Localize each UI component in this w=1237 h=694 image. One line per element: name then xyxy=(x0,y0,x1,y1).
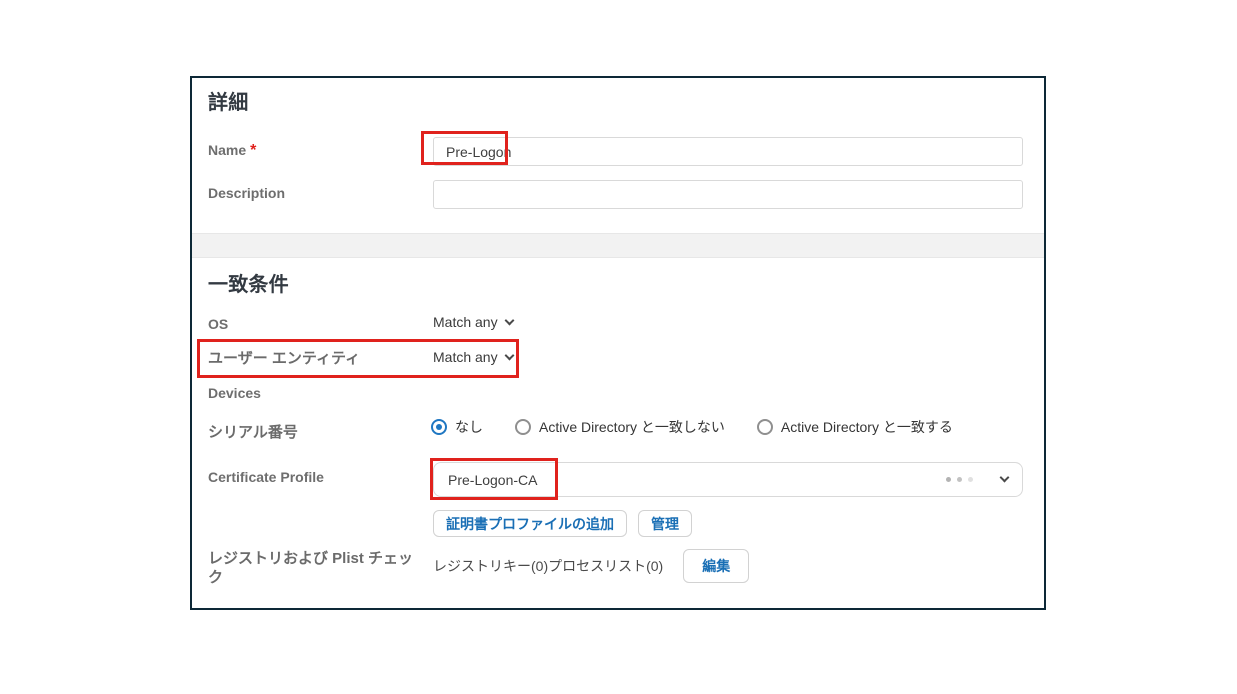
registry-plist-summary: レジストリキー(0)プロセスリスト(0) xyxy=(433,556,663,576)
os-dropdown-value: Match any xyxy=(433,314,498,330)
certificate-profile-label: Certificate Profile xyxy=(208,469,324,485)
serial-number-radio-group: なし Active Directory と一致しない Active Direct… xyxy=(431,417,953,437)
match-criteria-heading: 一致条件 xyxy=(208,268,289,297)
settings-panel: 詳細 Name* Description 一致条件 OS Match any ユ… xyxy=(190,76,1046,610)
edit-button[interactable]: 編集 xyxy=(683,549,749,583)
certificate-actions-row: 証明書プロファイルの追加 管理 xyxy=(433,510,692,537)
os-label: OS xyxy=(208,316,228,332)
os-dropdown[interactable]: Match any xyxy=(433,314,513,330)
details-heading: 詳細 xyxy=(208,86,248,115)
devices-label: Devices xyxy=(208,385,261,401)
description-input[interactable] xyxy=(433,180,1023,209)
radio-option-ad-match[interactable]: Active Directory と一致する xyxy=(757,417,953,437)
radio-option-label: Active Directory と一致する xyxy=(781,417,953,437)
user-entity-dropdown-value: Match any xyxy=(433,349,498,365)
manage-button[interactable]: 管理 xyxy=(638,510,692,537)
radio-option-ad-no-match[interactable]: Active Directory と一致しない xyxy=(515,417,725,437)
chevron-down-icon xyxy=(504,350,514,360)
add-certificate-profile-button[interactable]: 証明書プロファイルの追加 xyxy=(433,510,627,537)
user-entity-dropdown[interactable]: Match any xyxy=(433,349,513,365)
name-input[interactable] xyxy=(433,137,1023,166)
registry-plist-row: レジストリキー(0)プロセスリスト(0) 編集 xyxy=(433,549,749,583)
serial-number-label: シリアル番号 xyxy=(208,421,298,442)
required-asterisk: * xyxy=(250,142,256,159)
chevron-down-icon xyxy=(1000,473,1010,483)
radio-unselected-icon xyxy=(757,419,773,435)
registry-plist-label: レジストリおよび Plist チェック xyxy=(208,549,422,587)
certificate-profile-dropdown[interactable]: Pre-Logon-CA xyxy=(433,462,1023,497)
radio-option-none[interactable]: なし xyxy=(431,417,483,437)
section-divider xyxy=(192,233,1044,258)
ellipsis-icon xyxy=(946,477,973,482)
name-label-row: Name* xyxy=(208,142,256,160)
chevron-down-icon xyxy=(504,315,514,325)
description-label-row: Description xyxy=(208,185,285,203)
radio-option-label: Active Directory と一致しない xyxy=(539,417,725,437)
user-entity-label: ユーザー エンティティ xyxy=(208,347,360,368)
description-label: Description xyxy=(208,185,285,201)
radio-unselected-icon xyxy=(515,419,531,435)
radio-option-label: なし xyxy=(455,417,483,437)
radio-selected-icon xyxy=(431,419,447,435)
certificate-profile-value: Pre-Logon-CA xyxy=(448,472,946,488)
name-label: Name xyxy=(208,142,246,158)
